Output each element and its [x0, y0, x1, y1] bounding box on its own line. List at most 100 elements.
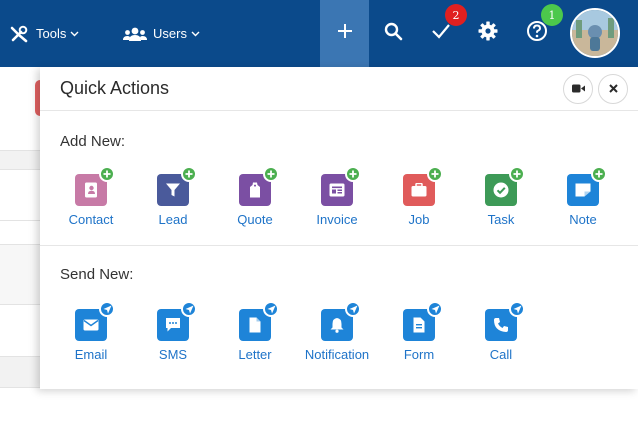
video-camera-icon [571, 80, 585, 98]
action-label: Form [403, 347, 435, 362]
action-label: Lead [158, 212, 188, 227]
contact-card-icon [84, 182, 98, 198]
action-tile [157, 166, 197, 206]
phone-icon [493, 317, 509, 333]
divider [40, 245, 638, 246]
send-arrow-icon [345, 301, 361, 317]
action-label: Job [408, 212, 430, 227]
send-call-button[interactable]: Call [460, 301, 542, 362]
plus-badge-icon [181, 166, 197, 182]
add-lead-button[interactable]: Lead [132, 166, 214, 227]
action-tile [157, 301, 197, 341]
page: Tools Users 2 1 Quick Actions Add New: C… [0, 0, 638, 426]
add-new-label: Add New: [60, 133, 126, 150]
action-label: Call [489, 347, 513, 362]
help-icon [526, 20, 548, 47]
action-label: Task [487, 212, 515, 227]
action-tile [567, 166, 607, 206]
video-button[interactable] [563, 74, 593, 104]
panel-title: Quick Actions [60, 78, 170, 98]
gear-icon [478, 21, 498, 46]
close-button[interactable] [598, 74, 628, 104]
action-label: Letter [238, 347, 272, 362]
background-row [0, 357, 40, 388]
settings-button[interactable] [468, 0, 508, 67]
envelope-icon [83, 319, 99, 331]
note-icon [575, 183, 591, 197]
help-count-badge: 1 [541, 4, 563, 26]
divider [40, 110, 638, 111]
send-arrow-icon [181, 301, 197, 317]
plus-icon [337, 23, 353, 44]
action-tile [75, 301, 115, 341]
add-note-button[interactable]: Note [542, 166, 624, 227]
users-menu[interactable]: Users [123, 0, 200, 67]
action-tile [403, 166, 443, 206]
tools-label: Tools [36, 26, 67, 41]
action-label: Quote [237, 212, 273, 227]
users-icon [123, 26, 147, 42]
checkmark-icon [431, 23, 451, 44]
bell-icon [330, 317, 344, 333]
close-icon [608, 80, 618, 98]
plus-badge-icon [509, 166, 525, 182]
letter-icon [249, 317, 261, 333]
action-tile [321, 301, 361, 341]
add-contact-button[interactable]: Contact [50, 166, 132, 227]
background-row [0, 171, 40, 221]
search-button[interactable] [373, 0, 413, 67]
invoice-icon [329, 183, 345, 197]
plus-badge-icon [427, 166, 443, 182]
tools-icon [10, 25, 30, 43]
action-label: Email [74, 347, 108, 362]
chevron-down-icon [70, 31, 79, 37]
add-invoice-button[interactable]: Invoice [296, 166, 378, 227]
tools-menu[interactable]: Tools [10, 0, 79, 67]
action-label: Invoice [316, 212, 358, 227]
users-label: Users [153, 26, 187, 41]
search-icon [384, 22, 403, 46]
chat-icon [165, 317, 181, 333]
send-form-button[interactable]: Form [378, 301, 460, 362]
send-email-button[interactable]: Email [50, 301, 132, 362]
action-label: Contact [68, 212, 114, 227]
background-row [0, 150, 40, 170]
send-arrow-icon [99, 301, 115, 317]
add-quote-button[interactable]: Quote [214, 166, 296, 227]
plus-badge-icon [99, 166, 115, 182]
top-navbar: Tools Users 2 1 [0, 0, 638, 67]
action-tile [485, 301, 525, 341]
action-tile [485, 166, 525, 206]
check-circle-icon [493, 182, 509, 198]
quick-actions-panel: Quick Actions Add New: Contact Lead Quote I… [40, 67, 638, 389]
action-tile [75, 166, 115, 206]
send-arrow-icon [509, 301, 525, 317]
send-letter-button[interactable]: Letter [214, 301, 296, 362]
tasks-count-badge: 2 [445, 4, 467, 26]
tag-icon [249, 182, 261, 198]
add-task-button[interactable]: Task [460, 166, 542, 227]
send-notification-button[interactable]: Notification [296, 301, 378, 362]
action-tile [321, 166, 361, 206]
action-label: Notification [304, 347, 370, 362]
chevron-down-icon [191, 31, 200, 37]
action-tile [239, 166, 279, 206]
background-row [0, 245, 40, 305]
action-label: Note [569, 212, 597, 227]
user-avatar[interactable] [570, 8, 620, 58]
background-row [0, 305, 40, 357]
action-tile [403, 301, 443, 341]
quick-add-button[interactable] [320, 0, 369, 67]
add-job-button[interactable]: Job [378, 166, 460, 227]
send-arrow-icon [263, 301, 279, 317]
briefcase-icon [411, 183, 427, 197]
plus-badge-icon [591, 166, 607, 182]
funnel-icon [165, 182, 181, 198]
action-label: SMS [158, 347, 188, 362]
send-arrow-icon [427, 301, 443, 317]
plus-badge-icon [345, 166, 361, 182]
send-sms-button[interactable]: SMS [132, 301, 214, 362]
avatar-photo [572, 10, 618, 56]
send-new-label: Send New: [60, 266, 134, 283]
action-tile [239, 301, 279, 341]
